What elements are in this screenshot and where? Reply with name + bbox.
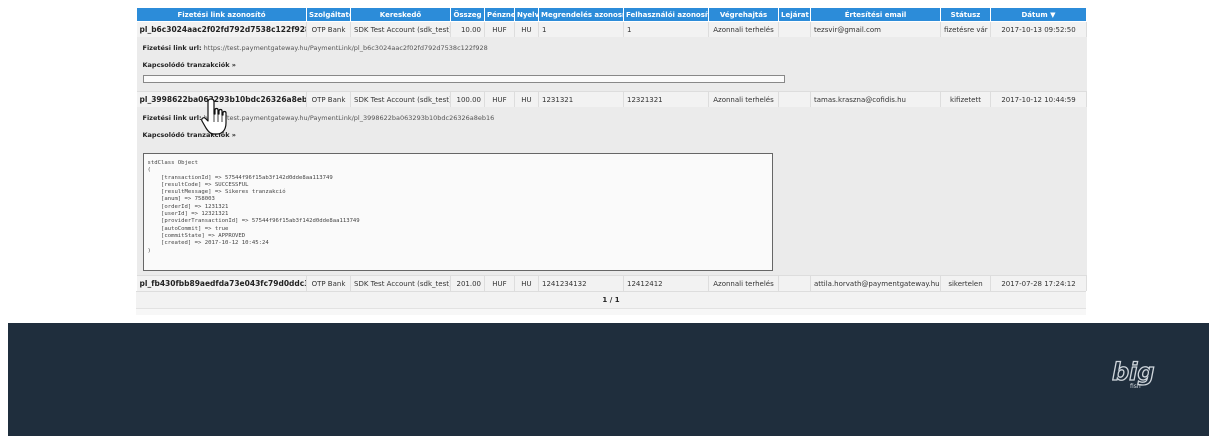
col-header-currency[interactable]: Pénznem (484, 7, 515, 22)
col-header-link-id[interactable]: Fizetési link azonosító (136, 7, 307, 22)
user-id-cell: 12412412 (623, 275, 709, 291)
order-id-cell: 1231321 (538, 91, 624, 107)
email-cell: attila.horvath@paymentgateway.hu (810, 275, 941, 291)
col-header-date[interactable]: Dátum ▼ (990, 7, 1087, 22)
related-transactions-toggle[interactable]: Kapcsolódó tranzakciók » (143, 57, 1081, 73)
order-id-cell: 1 (538, 21, 624, 37)
user-id-cell: 1 (623, 21, 709, 37)
col-header-order-id[interactable]: Megrendelés azonosító (538, 7, 624, 22)
table-header-row: Fizetési link azonosító Szolgáltató Kere… (136, 7, 1087, 22)
payment-link-value[interactable]: https://test.paymentgateway.hu/PaymentLi… (204, 114, 495, 122)
payment-links-table: Fizetési link azonosító Szolgáltató Kere… (136, 7, 1087, 315)
provider-cell: OTP Bank (306, 91, 351, 107)
row-detail: Fizetési link url: https://test.paymentg… (136, 107, 1087, 276)
col-header-language[interactable]: Nyelv (514, 7, 539, 22)
merchant-cell: SDK Test Account (sdk_test) (350, 21, 451, 37)
status-cell: sikertelen (940, 275, 991, 291)
date-cell: 2017-10-12 10:44:59 (990, 91, 1087, 107)
logo-sub-text: fish (1130, 383, 1141, 390)
amount-cell: 10.00 (450, 21, 485, 37)
expiry-cell (778, 275, 811, 291)
currency-cell: HUF (484, 21, 515, 37)
table-footer-row (136, 308, 1086, 315)
provider-cell: OTP Bank (306, 275, 351, 291)
col-header-expiry[interactable]: Lejárat (778, 7, 811, 22)
row-detail-cell: Fizetési link url: https://test.paymentg… (136, 37, 1087, 92)
currency-cell: HUF (484, 91, 515, 107)
row-detail-cell: Fizetési link url: https://test.paymentg… (136, 107, 1087, 276)
expiry-cell (778, 91, 811, 107)
row-detail: Fizetési link url: https://test.paymentg… (136, 37, 1087, 92)
col-header-status[interactable]: Státusz (940, 7, 991, 22)
page-left-edge (0, 0, 8, 436)
col-header-email[interactable]: Értesítési email (810, 7, 941, 22)
col-header-execution[interactable]: Végrehajtás (708, 7, 779, 22)
language-cell: HU (514, 275, 539, 291)
link-id-cell[interactable]: pl_fb430fbb89aedfda73e043fc79d0ddc3 (136, 275, 307, 291)
execution-cell: Azonnali terhelés (708, 91, 779, 107)
status-cell: fizetésre vár (940, 21, 991, 37)
date-cell: 2017-10-13 09:52:50 (990, 21, 1087, 37)
date-cell: 2017-07-28 17:24:12 (990, 275, 1087, 291)
page-footer (8, 323, 1209, 436)
email-cell: tezsvir@gmail.com (810, 21, 941, 37)
language-cell: HU (514, 21, 539, 37)
payment-link-value[interactable]: https://test.paymentgateway.hu/PaymentLi… (204, 44, 488, 52)
col-header-amount[interactable]: Összeg (450, 7, 485, 22)
merchant-cell: SDK Test Account (sdk_test) (350, 91, 451, 107)
payment-link-url: Fizetési link url: https://test.paymentg… (143, 111, 1081, 125)
link-id-cell[interactable]: pl_b6c3024aac2f02fd792d7538c122f928 (136, 21, 307, 37)
hand-pointer-icon (201, 98, 227, 135)
col-header-user-id[interactable]: Felhasználói azonosító (623, 7, 709, 22)
payment-link-label: Fizetési link url: (142, 114, 202, 122)
payment-link-label: Fizetési link url: (142, 44, 202, 52)
provider-cell: OTP Bank (306, 21, 351, 37)
expiry-cell (778, 21, 811, 37)
related-transactions-box (142, 75, 785, 83)
language-cell: HU (514, 91, 539, 107)
payment-link-url: Fizetési link url: https://test.paymentg… (143, 41, 1081, 55)
transaction-dump: stdClass Object ( [transactionId] => 575… (142, 153, 773, 271)
status-cell: kifizetett (940, 91, 991, 107)
execution-cell: Azonnali terhelés (708, 21, 779, 37)
bigfish-logo: big fish (1111, 357, 1155, 390)
table-row[interactable]: pl_b6c3024aac2f02fd792d7538c122f928 OTP … (136, 21, 1087, 37)
table-row[interactable]: pl_fb430fbb89aedfda73e043fc79d0ddc3 OTP … (136, 275, 1087, 291)
logo-text: big (1112, 358, 1155, 386)
table-row[interactable]: pl_3998622ba063293b10bdc26326a8eb16 OTP … (136, 91, 1087, 107)
amount-cell: 100.00 (450, 91, 485, 107)
related-transactions-toggle[interactable]: Kapcsolódó tranzakciók » (143, 127, 1081, 143)
amount-cell: 201.00 (450, 275, 485, 291)
col-header-provider[interactable]: Szolgáltató (306, 7, 351, 22)
email-cell: tamas.kraszna@cofidis.hu (810, 91, 941, 107)
execution-cell: Azonnali terhelés (708, 275, 779, 291)
pagination[interactable]: 1 / 1 (136, 291, 1086, 308)
order-id-cell: 1241234132 (538, 275, 624, 291)
col-header-merchant[interactable]: Kereskedő (350, 7, 451, 22)
currency-cell: HUF (484, 275, 515, 291)
user-id-cell: 12321321 (623, 91, 709, 107)
merchant-cell: SDK Test Account (sdk_test) (350, 275, 451, 291)
